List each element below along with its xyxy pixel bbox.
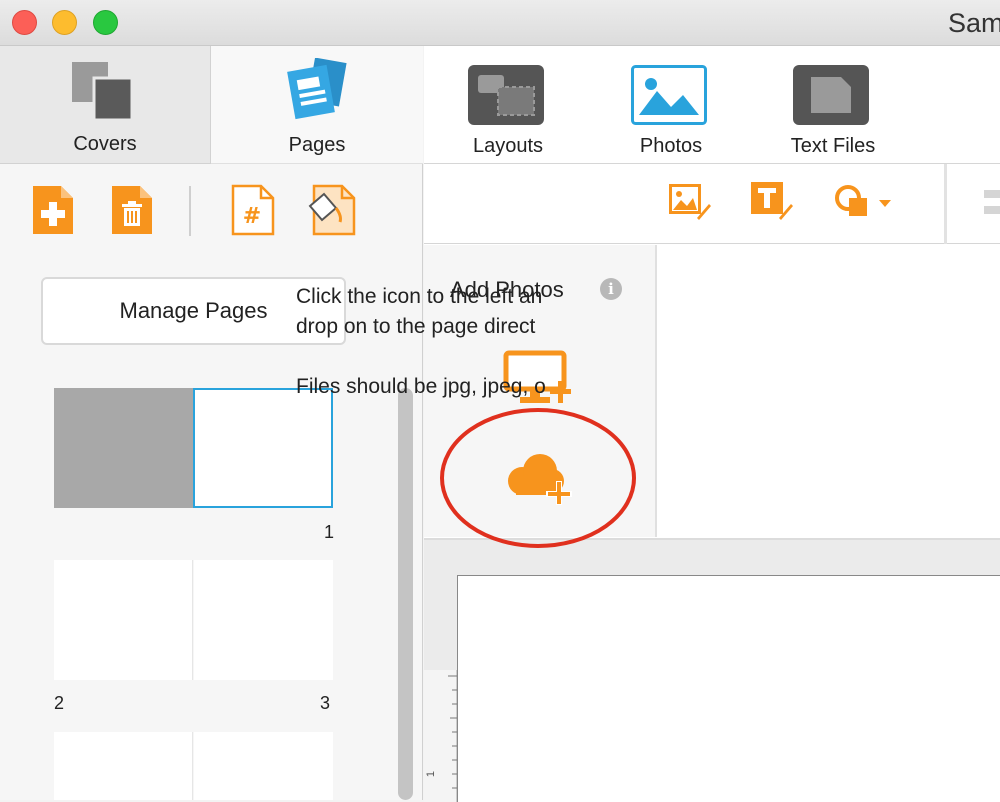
tab-covers[interactable]: Covers xyxy=(0,46,211,164)
tab-layouts[interactable]: Layouts xyxy=(468,65,544,157)
zoom-window-button[interactable] xyxy=(93,10,118,35)
page-number-3: 3 xyxy=(320,693,331,713)
minimize-window-button[interactable] xyxy=(52,10,77,35)
photos-icon xyxy=(631,65,707,125)
highlight-circle xyxy=(440,408,636,548)
upload-instructions: Click the icon to the left an drop on to… xyxy=(296,282,576,402)
edit-toolbar xyxy=(424,164,1000,244)
instructions-line-3: Files should be jpg, jpeg, o xyxy=(296,375,546,398)
layouts-icon xyxy=(468,65,544,125)
tab-layouts-label: Layouts xyxy=(472,135,544,157)
tab-pages[interactable]: Pages xyxy=(211,46,423,164)
ruler-mark: 1 xyxy=(425,770,438,778)
tab-text-files-label: Text Files xyxy=(790,135,876,157)
page-thumbnail-4[interactable] xyxy=(54,732,193,800)
title-bar: Sam xyxy=(0,0,1000,46)
instructions-line-1: Click the icon to the left an xyxy=(296,285,543,308)
left-panel: Covers Pages # Manage Pages 1 2 3 xyxy=(0,46,423,800)
tab-pages-label: Pages xyxy=(288,134,346,156)
toolbar-divider xyxy=(944,164,947,244)
delete-page-icon[interactable] xyxy=(110,184,154,236)
vertical-ruler: 1 xyxy=(424,670,457,802)
add-page-icon[interactable] xyxy=(31,184,75,236)
tab-text-files[interactable]: Text Files xyxy=(791,65,875,157)
page-background-icon[interactable] xyxy=(306,182,360,238)
image-edit-icon[interactable] xyxy=(667,182,711,222)
svg-text:#: # xyxy=(243,204,261,229)
tab-photos-label: Photos xyxy=(639,135,703,157)
pages-icon xyxy=(287,58,347,120)
shape-dropdown-icon[interactable] xyxy=(835,184,901,220)
info-icon[interactable]: i xyxy=(600,278,622,300)
tab-covers-label: Covers xyxy=(73,133,137,155)
page-thumbnail-5[interactable] xyxy=(194,732,333,800)
instructions-line-2: drop on to the page direct xyxy=(296,315,536,338)
window-title: Sam xyxy=(948,8,1000,38)
covers-icon xyxy=(72,62,134,122)
page-number-2: 2 xyxy=(54,693,65,713)
page-thumbnail-3[interactable] xyxy=(194,560,333,680)
toolbar-divider xyxy=(189,186,191,236)
page-thumbnail-2[interactable] xyxy=(54,560,193,680)
scrollbar-thumb[interactable] xyxy=(398,388,413,800)
page-numbers-icon[interactable]: # xyxy=(231,184,275,236)
page-thumbnail-cover[interactable] xyxy=(54,388,193,508)
text-edit-icon[interactable] xyxy=(749,180,793,222)
tab-photos[interactable]: Photos xyxy=(631,65,707,157)
page-number-1: 1 xyxy=(324,522,335,542)
text-files-icon xyxy=(793,65,869,125)
close-window-button[interactable] xyxy=(12,10,37,35)
page-canvas[interactable] xyxy=(457,575,1000,802)
align-icon[interactable] xyxy=(984,186,1000,220)
page-thumbnail-1[interactable] xyxy=(193,388,333,508)
page-canvas-area: 1 xyxy=(424,538,1000,802)
